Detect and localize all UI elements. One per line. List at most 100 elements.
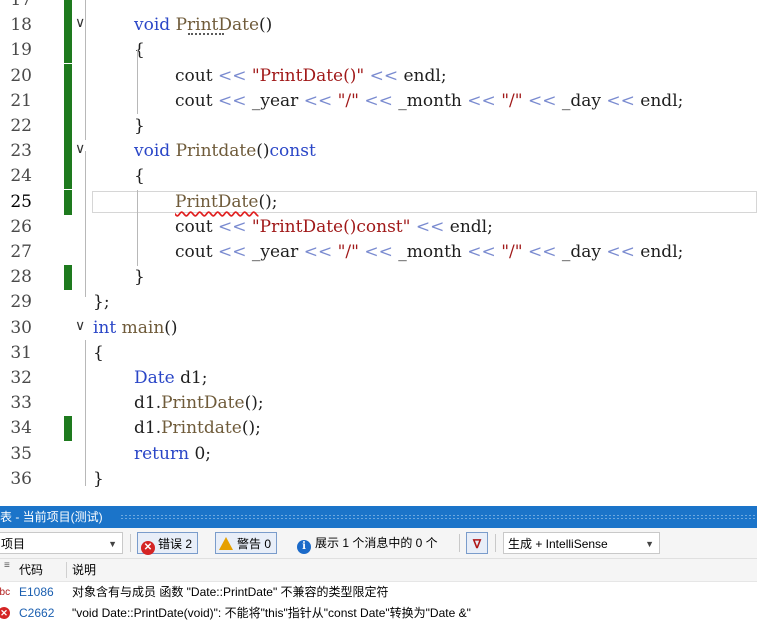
code-line[interactable]: 24 {: [0, 164, 757, 189]
line-number: 31: [10, 343, 32, 363]
error-code-link[interactable]: C2662: [19, 603, 54, 624]
code-token: main: [121, 318, 165, 338]
code-line[interactable]: 32 Date d1;: [0, 366, 757, 391]
code-text: d1.PrintDate();: [134, 393, 264, 413]
code-token: cout: [175, 66, 218, 86]
code-line[interactable]: 33 d1.PrintDate();: [0, 391, 757, 416]
code-token: ();: [241, 418, 261, 438]
code-token: {: [134, 166, 145, 186]
code-token: cout: [175, 217, 218, 237]
errors-count-label: 错误 2: [158, 537, 193, 551]
code-token: };: [93, 292, 110, 312]
chevron-down-icon: ▼: [108, 539, 117, 549]
build-source-dropdown[interactable]: 生成 + IntelliSense ▼: [503, 532, 660, 554]
code-editor[interactable]: 17 18 ∨ void PrintDate () 19 {20 cout << "Print…: [0, 0, 757, 506]
code-token: PrintDate: [161, 393, 245, 413]
code-token: "PrintDate()": [251, 66, 365, 86]
code-token: ();: [244, 393, 264, 413]
suggestion-dots: [188, 31, 224, 35]
code-token: cout: [175, 242, 218, 262]
code-text: }: [93, 469, 104, 489]
code-token: d1.: [134, 418, 162, 438]
error-row[interactable]: ✕ C2662 "void Date::PrintDate(void)": 不能将"…: [0, 603, 757, 624]
code-token: <<: [303, 242, 338, 262]
fold-toggle-icon[interactable]: ∨: [75, 141, 85, 157]
code-token: }: [134, 267, 145, 287]
column-header-code[interactable]: 代码: [19, 559, 43, 581]
code-line[interactable]: 29};: [0, 290, 757, 315]
code-line[interactable]: 36}: [0, 467, 757, 492]
filter-icon: ∇: [472, 537, 482, 551]
filter-button[interactable]: ∇: [466, 532, 488, 554]
indent-guide: [85, 0, 87, 140]
line-number: 33: [10, 393, 32, 413]
code-line[interactable]: 20 cout << "PrintDate()" << endl;: [0, 64, 757, 89]
code-token: <<: [217, 217, 252, 237]
code-token: <<: [522, 242, 562, 262]
fold-toggle-icon[interactable]: ∨: [75, 15, 85, 31]
warnings-filter-button[interactable]: 警告 0: [215, 532, 278, 554]
line-number: 19: [10, 40, 32, 60]
change-indicator: [64, 64, 72, 89]
code-token: _day: [561, 242, 607, 262]
error-list-panel: 表 - 当前项目(测试) 项目 ▼ ✕ 错误 2 警告 0 i 展示 1 个消息中的…: [0, 506, 757, 624]
code-text: cout << "PrintDate()" << endl;: [175, 66, 447, 86]
code-line[interactable]: 34 d1.Printdate();: [0, 416, 757, 441]
chevron-down-icon: ▼: [645, 539, 654, 549]
code-token: (): [256, 141, 270, 161]
line-number: 18: [10, 15, 32, 35]
change-indicator: [64, 164, 72, 189]
code-line[interactable]: 28}: [0, 265, 757, 290]
line-number: 28: [10, 267, 32, 287]
intellisense-error-icon: abc: [0, 587, 11, 598]
code-line[interactable]: 18 ∨ void PrintDate(): [0, 13, 757, 38]
code-token: <<: [606, 242, 641, 262]
error-list-titlebar[interactable]: 表 - 当前项目(测试): [0, 506, 757, 528]
titlebar-grip: [120, 514, 757, 520]
code-token: {: [134, 40, 145, 60]
code-line[interactable]: 26 cout << "PrintDate()const" << endl;: [0, 215, 757, 240]
code-line[interactable]: 31 {: [0, 341, 757, 366]
line-number: 21: [10, 91, 32, 111]
code-token: "/": [337, 91, 359, 111]
code-text: cout << "PrintDate()const" << endl;: [175, 217, 493, 237]
fold-toggle-icon[interactable]: ∨: [75, 318, 85, 334]
code-line[interactable]: 30 ∨ int main(): [0, 316, 757, 341]
code-line[interactable]: 35 return 0;: [0, 442, 757, 467]
change-indicator: [64, 265, 72, 290]
code-line[interactable]: 27 cout << _year << "/" << _month << "/" …: [0, 240, 757, 265]
code-line[interactable]: 22}: [0, 114, 757, 139]
code-token: int: [93, 318, 122, 338]
error-code-link[interactable]: E1086: [19, 582, 54, 603]
code-token: endl;: [640, 91, 684, 111]
code-token: "PrintDate()const": [251, 217, 411, 237]
code-text: cout << _year << "/" << _month << "/" <<…: [175, 91, 683, 111]
change-indicator: [64, 114, 72, 139]
code-token: "/": [337, 242, 359, 262]
scope-dropdown[interactable]: 项目 ▼: [0, 532, 123, 554]
code-token: return: [134, 444, 195, 464]
line-number: 22: [10, 116, 32, 136]
errors-filter-button[interactable]: ✕ 错误 2: [137, 532, 199, 555]
code-token: d1;: [180, 368, 208, 388]
code-token: <<: [522, 91, 562, 111]
code-line[interactable]: 23 ∨ void Printdate()const: [0, 139, 757, 164]
code-line[interactable]: 21 cout << _year << "/" << _month << "/" …: [0, 89, 757, 114]
code-line[interactable]: 19 {: [0, 38, 757, 63]
line-number: 27: [10, 242, 32, 262]
code-token: _month: [398, 91, 468, 111]
warning-icon: [219, 537, 233, 550]
error-row[interactable]: abc E1086 对象含有与成员 函数 "Date::PrintDate" 不兼容…: [0, 582, 757, 603]
code-text: };: [93, 292, 110, 312]
code-token: 0;: [194, 444, 211, 464]
code-line[interactable]: 25 PrintDate();: [0, 190, 757, 215]
scope-value: 项目: [1, 537, 26, 551]
column-header-description[interactable]: 说明: [72, 559, 96, 581]
code-text: cout << _year << "/" << _month << "/" <<…: [175, 242, 683, 262]
line-number: 17: [10, 0, 32, 10]
code-line[interactable]: 17: [0, 0, 757, 13]
messages-filter-button[interactable]: i 展示 1 个消息中的 0 个: [297, 532, 438, 554]
code-text: Date d1;: [134, 368, 208, 388]
error-description: 对象含有与成员 函数 "Date::PrintDate" 不兼容的类型限定符: [72, 585, 389, 599]
code-token: <<: [467, 91, 502, 111]
